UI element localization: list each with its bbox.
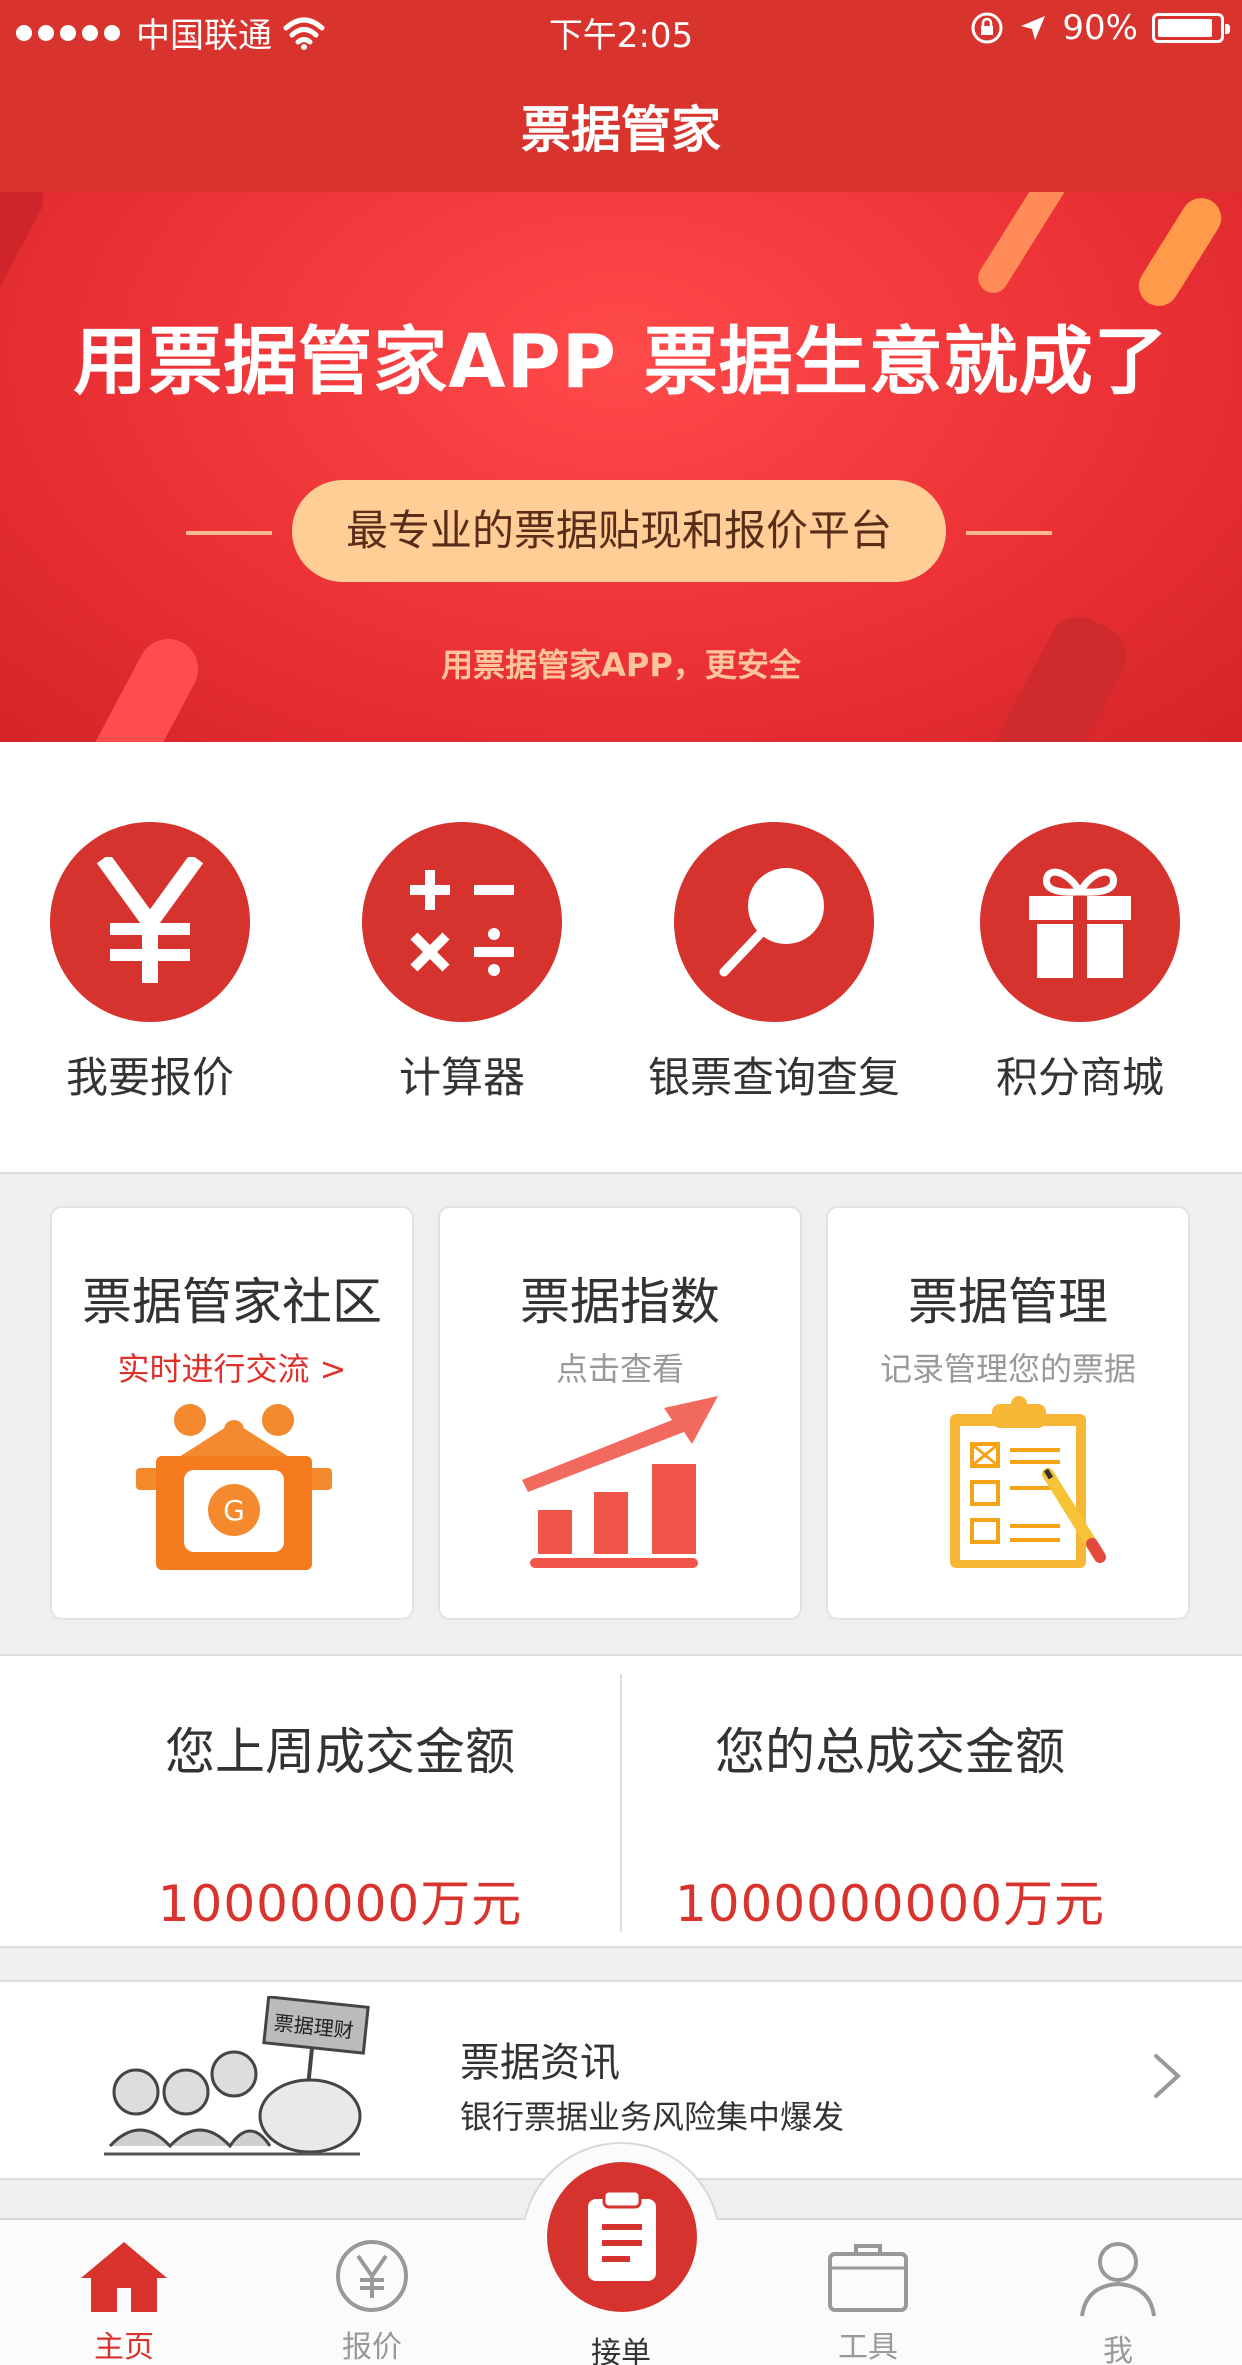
search-icon (719, 868, 824, 977)
feature-cards: 票据管家社区 实时进行交流 > G 票据指数 点击查看 票据管理 记录管理您的票… (0, 1172, 1242, 1652)
briefcase-icon (828, 2244, 908, 2312)
banner-pill: 最专业的票据贴现和报价平台 (292, 480, 946, 582)
quick-action-label: 银票查询查复 (647, 1053, 900, 1102)
quick-action-points-mall[interactable]: 积分商城 (950, 822, 1210, 1105)
trend-chart-icon (522, 1396, 718, 1568)
total-label: 您的总成交金额 (715, 1723, 1065, 1781)
user-icon (1080, 2242, 1156, 2317)
home-icon (81, 2242, 167, 2312)
last-week-label: 您上周成交金额 (165, 1723, 515, 1781)
yen-circle-icon (336, 2240, 408, 2312)
quick-action-circle (674, 822, 874, 1022)
promo-banner[interactable]: 用票据管家APP 票据生意就成了 最专业的票据贴现和报价平台 用票据管家APP，… (0, 192, 1242, 742)
yen-icon (96, 857, 204, 983)
quick-action-quote[interactable]: 我要报价 (20, 822, 280, 1105)
quick-action-bill-lookup[interactable]: 银票查询查复 (644, 822, 904, 1105)
community-house-icon: G (136, 1404, 332, 1570)
tab-tools[interactable]: 工具 (768, 2220, 968, 2365)
tab-label: 报价 (342, 2330, 402, 2365)
status-bar: 中国联通 下午2:05 90% (0, 0, 1242, 56)
page-title: 票据管家 (521, 101, 721, 159)
tab-label: 工具 (838, 2330, 898, 2365)
banner-line-right (966, 531, 1052, 535)
quick-action-label: 计算器 (398, 1053, 525, 1102)
battery-fill (1158, 19, 1212, 37)
quick-action-label: 积分商城 (995, 1053, 1164, 1102)
rotation-lock-icon (971, 12, 1003, 44)
battery-percent: 90% (1062, 8, 1138, 48)
transaction-amounts: 您上周成交金额 10000000万元 您的总成交金额 1000000000万元 (0, 1654, 1242, 1948)
card-subtitle: 点击查看 (555, 1350, 684, 1388)
quick-action-circle (980, 822, 1180, 1022)
tab-label: 主页 (94, 2330, 154, 2365)
card-bill-index[interactable]: 票据指数 点击查看 (438, 1206, 802, 1620)
location-arrow-icon (1021, 16, 1046, 40)
tab-accept-order[interactable]: 接单 (511, 2142, 731, 2365)
tab-label: 接单 (591, 2336, 651, 2365)
status-right: 90% (970, 8, 1230, 48)
tab-home[interactable]: 主页 (24, 2220, 224, 2365)
total-amount: 您的总成交金额 1000000000万元 (580, 1656, 1200, 1950)
quick-action-circle (362, 822, 562, 1022)
accept-order-button[interactable] (547, 2162, 697, 2312)
card-title: 票据管理 (908, 1273, 1108, 1331)
quick-action-calculator[interactable]: 计算器 (332, 822, 592, 1105)
card-subtitle: 记录管理您的票据 (879, 1350, 1136, 1388)
card-title: 票据管家社区 (82, 1273, 382, 1331)
banner-headline: 用票据管家APP 票据生意就成了 (73, 319, 1169, 405)
tab-label: 我 (1103, 2334, 1133, 2365)
card-subtitle: 实时进行交流 > (117, 1350, 347, 1388)
last-week-amount: 您上周成交金额 10000000万元 (30, 1656, 650, 1950)
card-community[interactable]: 票据管家社区 实时进行交流 > G (50, 1206, 414, 1620)
banner-decoration (972, 192, 1078, 299)
tab-me[interactable]: 我 (1018, 2220, 1218, 2365)
news-title: 票据资讯 (460, 2040, 620, 2086)
news-summary: 银行票据业务风险集中爆发 (460, 2098, 845, 2136)
clipboard-icon (950, 1396, 1106, 1568)
top-bar: 中国联通 下午2:05 90% 票据管家 (0, 0, 1242, 192)
svg-text:G: G (223, 1494, 245, 1527)
card-bill-management[interactable]: 票据管理 记录管理您的票据 (826, 1206, 1190, 1620)
order-clipboard-icon (588, 2189, 656, 2281)
quick-actions: 我要报价 计算器 银票查询查复 积分商城 (0, 742, 1242, 1172)
news-thumbnail: 票据理财 (104, 1996, 370, 2156)
quick-action-circle (50, 822, 250, 1022)
quick-action-label: 我要报价 (65, 1053, 234, 1102)
total-value: 1000000000万元 (674, 1875, 1106, 1933)
chevron-right-icon (1154, 2054, 1181, 2098)
banner-line-left (186, 531, 272, 535)
last-week-value: 10000000万元 (157, 1875, 523, 1933)
banner-decoration (1131, 192, 1229, 314)
gift-icon (1029, 868, 1131, 978)
banner-subline: 用票据管家APP，更安全 (441, 646, 801, 684)
calculator-icon (410, 870, 514, 976)
card-title: 票据指数 (520, 1273, 720, 1331)
battery-icon (1152, 13, 1230, 43)
tab-quote[interactable]: 报价 (272, 2220, 472, 2365)
